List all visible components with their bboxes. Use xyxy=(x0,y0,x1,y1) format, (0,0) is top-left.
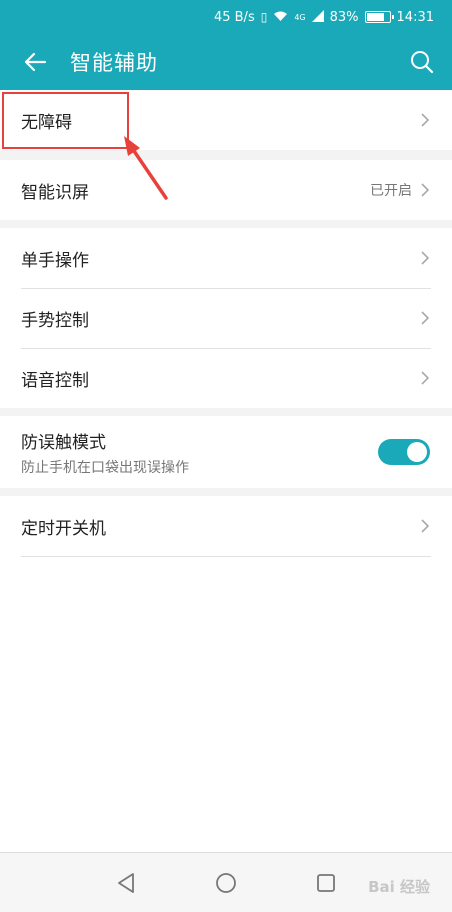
back-button[interactable] xyxy=(0,34,70,90)
battery-icon xyxy=(364,11,394,23)
back-arrow-icon xyxy=(24,52,47,72)
highlight-box xyxy=(2,92,129,149)
wifi-icon xyxy=(273,10,288,25)
settings-group-accidental-touch: 防误触模式 防止手机在口袋出现误操作 xyxy=(0,416,452,488)
divider xyxy=(21,556,431,557)
nav-recents-icon xyxy=(317,873,335,892)
item-status: 已开启 xyxy=(370,183,412,199)
nav-recents-button[interactable] xyxy=(276,858,376,908)
search-button[interactable] xyxy=(392,34,452,90)
chevron-right-icon xyxy=(421,519,430,533)
scheduled-power-item[interactable]: 定时开关机 xyxy=(0,496,452,556)
chevron-right-icon xyxy=(421,371,430,385)
page-title: 智能辅助 xyxy=(70,51,158,75)
chevron-right-icon xyxy=(421,251,430,265)
nav-back-button[interactable] xyxy=(76,858,176,908)
item-texts: 防误触模式 防止手机在口袋出现误操作 xyxy=(21,428,378,477)
chevron-right-icon xyxy=(421,311,430,325)
voice-control-item[interactable]: 语音控制 xyxy=(0,348,452,408)
item-label: 手势控制 xyxy=(21,310,89,331)
nav-home-icon xyxy=(216,872,236,893)
vibrate-icon: ▯ xyxy=(260,10,268,24)
watermark: Bai 经验 xyxy=(368,878,430,896)
item-label: 防误触模式 xyxy=(21,432,106,453)
battery-percent: 83% xyxy=(329,9,359,25)
toggle-knob xyxy=(407,442,427,462)
nav-home-button[interactable] xyxy=(176,858,276,908)
chevron-right-icon xyxy=(421,183,430,197)
smart-screen-recognition-item[interactable]: 智能识屏 已开启 xyxy=(0,160,452,220)
chevron-right-icon xyxy=(421,113,430,127)
clock: 14:31 xyxy=(396,9,434,25)
network-type: 4G xyxy=(294,12,306,22)
item-description: 防止手机在口袋出现误操作 xyxy=(21,459,189,476)
accidental-touch-toggle[interactable] xyxy=(378,439,430,465)
signal-icon xyxy=(311,9,324,25)
gesture-control-item[interactable]: 手势控制 xyxy=(0,288,452,348)
settings-group-smart-screen: 智能识屏 已开启 xyxy=(0,160,452,220)
status-bar: 45 B/s ▯ 4G 83% 14:31 xyxy=(0,0,452,34)
app-bar: 智能辅助 xyxy=(0,34,452,90)
nav-back-icon xyxy=(118,872,134,893)
settings-group-controls: 单手操作 手势控制 语音控制 xyxy=(0,228,452,408)
settings-group-scheduled-power: 定时开关机 xyxy=(0,496,452,556)
item-label: 语音控制 xyxy=(21,370,89,391)
search-icon xyxy=(411,51,434,74)
item-label: 智能识屏 xyxy=(21,182,89,203)
one-hand-mode-item[interactable]: 单手操作 xyxy=(0,228,452,288)
accidental-touch-mode-item[interactable]: 防误触模式 防止手机在口袋出现误操作 xyxy=(0,416,452,488)
network-speed: 45 B/s xyxy=(213,9,255,25)
empty-area xyxy=(0,556,452,852)
annotation-arrow-icon xyxy=(124,136,168,200)
item-label: 单手操作 xyxy=(21,250,89,271)
item-label: 定时开关机 xyxy=(21,518,106,539)
